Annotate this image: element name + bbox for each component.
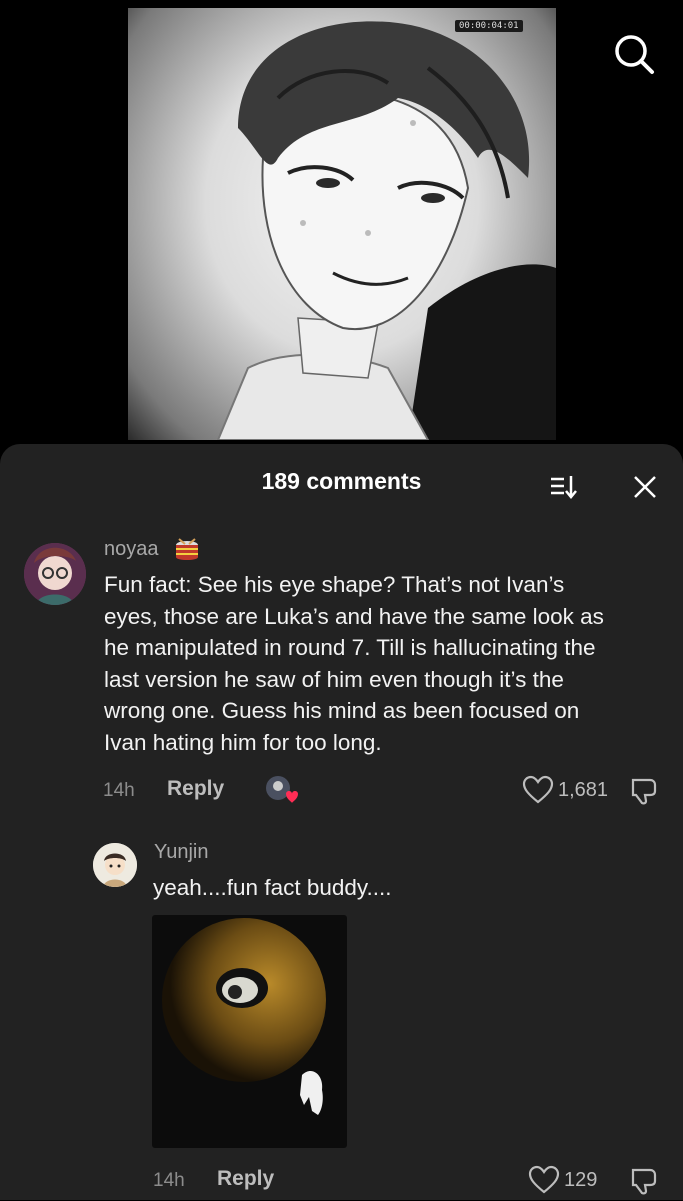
comments-count-title: 189 comments xyxy=(261,468,422,494)
sort-button[interactable] xyxy=(546,470,580,504)
like-count: 129 xyxy=(564,1169,598,1191)
dislike-icon[interactable] xyxy=(628,776,660,811)
drum-emoji-badge xyxy=(173,537,201,568)
search-button[interactable] xyxy=(610,30,660,80)
sort-icon xyxy=(551,476,577,499)
comment-gif-image[interactable] xyxy=(152,915,347,1148)
creator-liked-avatar xyxy=(264,774,300,811)
comment-line: Ivan hating him for too long. xyxy=(104,729,382,755)
comment-line: Fun fact: See his eye shape? That’s not … xyxy=(104,572,565,597)
heart-outline-icon[interactable] xyxy=(528,1165,560,1200)
anime-portrait-illustration xyxy=(216,21,556,440)
comment-line: eyes, those are Luka’s and have the same… xyxy=(104,603,604,629)
comment-line: last version he saw of him even though i… xyxy=(104,666,564,692)
comment-line: wrong one. Guess his mind as been focuse… xyxy=(104,698,580,723)
avatar-yunjin[interactable] xyxy=(93,843,137,887)
comment-username[interactable]: noyaa xyxy=(104,538,159,561)
close-icon xyxy=(634,476,656,498)
dislike-icon[interactable] xyxy=(628,1166,660,1201)
avatar-noyaa[interactable] xyxy=(24,543,86,605)
close-button[interactable] xyxy=(628,470,662,504)
comment-text: Fun fact: See his eye shape? That’s not … xyxy=(104,569,664,758)
comment-username[interactable]: Yunjin xyxy=(154,841,209,864)
avatar-image xyxy=(24,543,86,605)
video-timestamp: 00:00:04:01 xyxy=(455,20,523,32)
reply-button[interactable]: Reply xyxy=(217,1167,274,1191)
yellow-figure-image xyxy=(162,918,326,1115)
video-frame-artwork[interactable]: 00:00:04:01 xyxy=(128,8,556,440)
comment-text: yeah....fun fact buddy.... xyxy=(153,875,392,900)
video-area[interactable]: 00:00:04:01 xyxy=(0,0,683,452)
comment-time: 14h xyxy=(103,780,135,801)
heart-outline-icon[interactable] xyxy=(522,775,554,810)
avatar-image xyxy=(93,843,137,887)
comment-time: 14h xyxy=(153,1170,185,1191)
like-count: 1,681 xyxy=(558,779,609,801)
search-icon xyxy=(615,35,654,74)
comment-line: he manipulated in round 7. Till is hallu… xyxy=(104,635,596,660)
reply-button[interactable]: Reply xyxy=(167,777,224,801)
